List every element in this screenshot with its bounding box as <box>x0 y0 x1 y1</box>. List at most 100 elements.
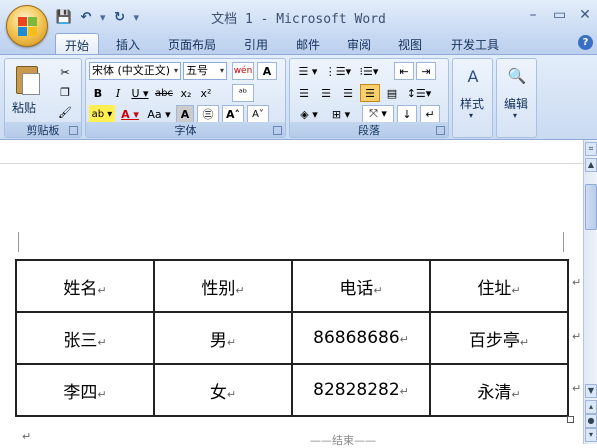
table-cell[interactable]: 86868686↵ <box>291 311 431 365</box>
editing-group: 🔍 编辑 ▾ <box>496 58 537 138</box>
show-marks-icon[interactable]: ↵ <box>420 105 440 123</box>
shading-icon[interactable]: ◈ ▾ <box>294 105 324 123</box>
previous-page-icon[interactable]: ▴ <box>585 400 597 414</box>
table-row: 李四↵ 女↵ 82828282↵ 永清↵ <box>15 363 569 417</box>
styles-dropdown-icon[interactable]: ▾ <box>469 111 473 120</box>
font-name-select[interactable]: 宋体 (中文正文) ▾ <box>89 62 181 80</box>
row-end-mark: ↵ <box>572 382 582 395</box>
editing-dropdown-icon[interactable]: ▾ <box>513 111 517 120</box>
clipboard-launcher-icon[interactable] <box>69 126 78 135</box>
underline-icon[interactable]: U ▾ <box>129 84 151 102</box>
ruler-toggle-icon[interactable]: ⌗ <box>585 142 597 156</box>
cut-icon[interactable]: ✂ <box>55 63 75 81</box>
tab-developer[interactable]: 开发工具 <box>451 36 499 53</box>
format-painter-icon[interactable]: 🖌 <box>55 103 75 121</box>
clear-formatting-icon[interactable]: ᵃᵇ <box>232 84 254 102</box>
table-cell[interactable]: 永清↵ <box>429 363 569 417</box>
justify-icon[interactable]: ☰ <box>360 84 380 102</box>
scroll-thumb[interactable] <box>585 184 597 230</box>
paragraph-mark: ↵ <box>22 430 32 443</box>
table-cell[interactable]: 女↵ <box>153 363 293 417</box>
change-case-icon[interactable]: Aa ▾ <box>146 105 172 123</box>
highlight-icon[interactable]: ab ▾ <box>89 105 115 123</box>
strikethrough-icon[interactable]: abc <box>153 84 175 102</box>
bold-icon[interactable]: B <box>89 84 107 102</box>
tab-home[interactable]: 开始 <box>55 33 100 55</box>
office-button[interactable] <box>6 5 48 47</box>
italic-icon[interactable]: I <box>109 84 127 102</box>
align-right-icon[interactable]: ☰ <box>338 84 358 102</box>
undo-dropdown-icon[interactable]: ▾ <box>100 11 106 24</box>
data-table[interactable]: 姓名↵ 性别↵ 电话↵ 住址↵ 张三↵ 男↵ 86868686↵ 百步亭↵ 李四… <box>15 259 569 417</box>
tab-review[interactable]: 审阅 <box>347 36 371 53</box>
redo-icon[interactable]: ↻ <box>112 9 128 25</box>
ribbon: 粘贴 ✂ ❐ 🖌 剪贴板 宋体 (中文正文) ▾ 五号 ▾ wén A B I U … <box>0 54 597 140</box>
tab-view[interactable]: 视图 <box>398 36 422 53</box>
superscript-icon[interactable]: x² <box>197 84 215 102</box>
table-cell[interactable]: 百步亭↵ <box>429 311 569 365</box>
subscript-icon[interactable]: x₂ <box>177 84 195 102</box>
minimize-icon[interactable]: – <box>527 7 539 23</box>
increase-indent-icon[interactable]: ⇥ <box>416 62 436 80</box>
table-cell[interactable]: 男↵ <box>153 311 293 365</box>
help-icon[interactable]: ? <box>578 35 593 50</box>
copy-icon[interactable]: ❐ <box>55 83 75 101</box>
browse-object-icon[interactable]: ● <box>585 414 597 428</box>
table-cell[interactable]: 电话↵ <box>291 259 431 313</box>
sort-icon[interactable]: ↓ <box>397 105 417 123</box>
font-launcher-icon[interactable] <box>273 126 282 135</box>
table-resize-handle[interactable] <box>567 416 574 423</box>
distributed-icon[interactable]: ▤ <box>382 84 402 102</box>
window-controls: – ▭ ✕ <box>527 7 591 23</box>
restore-icon[interactable]: ▭ <box>553 7 566 23</box>
bullets-icon[interactable]: ☰ ▾ <box>294 62 322 80</box>
phonetic-guide-icon[interactable]: wén <box>232 62 254 80</box>
grow-font-icon[interactable]: A˄ <box>222 105 244 123</box>
borders-icon[interactable]: ⊞ ▾ <box>326 105 356 123</box>
tab-mailings[interactable]: 邮件 <box>296 36 320 53</box>
paste-icon[interactable] <box>13 64 41 96</box>
clipboard-group: 粘贴 ✂ ❐ 🖌 剪贴板 <box>4 58 82 138</box>
save-icon[interactable]: 💾 <box>56 9 72 25</box>
paste-button[interactable]: 粘贴 <box>12 99 36 116</box>
table-cell[interactable]: 性别↵ <box>153 259 293 313</box>
next-page-icon[interactable]: ▾ <box>585 428 597 442</box>
character-border-icon[interactable]: A <box>257 62 277 80</box>
font-group-label: 字体 <box>86 122 285 137</box>
tab-insert[interactable]: 插入 <box>116 36 140 53</box>
numbering-icon[interactable]: ⋮☰▾ <box>324 62 352 80</box>
scroll-up-icon[interactable]: ▲ <box>585 158 597 172</box>
styles-button[interactable]: 样式 <box>460 95 484 112</box>
table-cell[interactable]: 住址↵ <box>429 259 569 313</box>
table-row: 张三↵ 男↵ 86868686↵ 百步亭↵ <box>15 311 569 365</box>
align-left-icon[interactable]: ☰ <box>294 84 314 102</box>
table-cell[interactable]: 姓名↵ <box>15 259 155 313</box>
asian-layout-icon[interactable]: ⤧ ▾ <box>362 105 394 123</box>
customize-qat-icon[interactable]: ▾ <box>134 11 140 24</box>
scroll-down-icon[interactable]: ▼ <box>585 384 597 398</box>
table-cell[interactable]: 82828282↵ <box>291 363 431 417</box>
font-color-icon[interactable]: A ▾ <box>117 105 143 123</box>
align-center-icon[interactable]: ☰ <box>316 84 336 102</box>
ribbon-tabs: 开始 插入 页面布局 引用 邮件 审阅 视图 开发工具 ? <box>0 32 597 55</box>
decrease-indent-icon[interactable]: ⇤ <box>394 62 414 80</box>
styles-icon[interactable]: A <box>462 65 484 87</box>
shrink-font-icon[interactable]: A˅ <box>247 105 269 123</box>
binoculars-icon[interactable]: 🔍 <box>506 65 528 87</box>
undo-icon[interactable]: ↶ <box>78 9 94 25</box>
line-spacing-icon[interactable]: ↕☰▾ <box>404 84 434 102</box>
multilevel-list-icon[interactable]: ⁝☰▾ <box>354 62 384 80</box>
editing-button[interactable]: 编辑 <box>504 95 528 112</box>
close-icon[interactable]: ✕ <box>579 7 591 23</box>
tab-page-layout[interactable]: 页面布局 <box>168 36 216 53</box>
character-shading-icon[interactable]: A <box>176 105 194 123</box>
table-cell[interactable]: 李四↵ <box>15 363 155 417</box>
font-size-select[interactable]: 五号 ▾ <box>183 62 227 80</box>
enclose-characters-icon[interactable]: ㊂ <box>197 105 219 123</box>
vertical-scrollbar[interactable]: ⌗ ▲ ▼ ▴ ● ▾ <box>583 140 597 444</box>
table-cell[interactable]: 张三↵ <box>15 311 155 365</box>
page-margin-marks <box>18 232 564 252</box>
title-bar: 文档 1 - Microsoft Word 💾 ↶ ▾ ↻ ▾ – ▭ ✕ <box>0 0 597 32</box>
tab-references[interactable]: 引用 <box>244 36 268 53</box>
paragraph-launcher-icon[interactable] <box>436 126 445 135</box>
